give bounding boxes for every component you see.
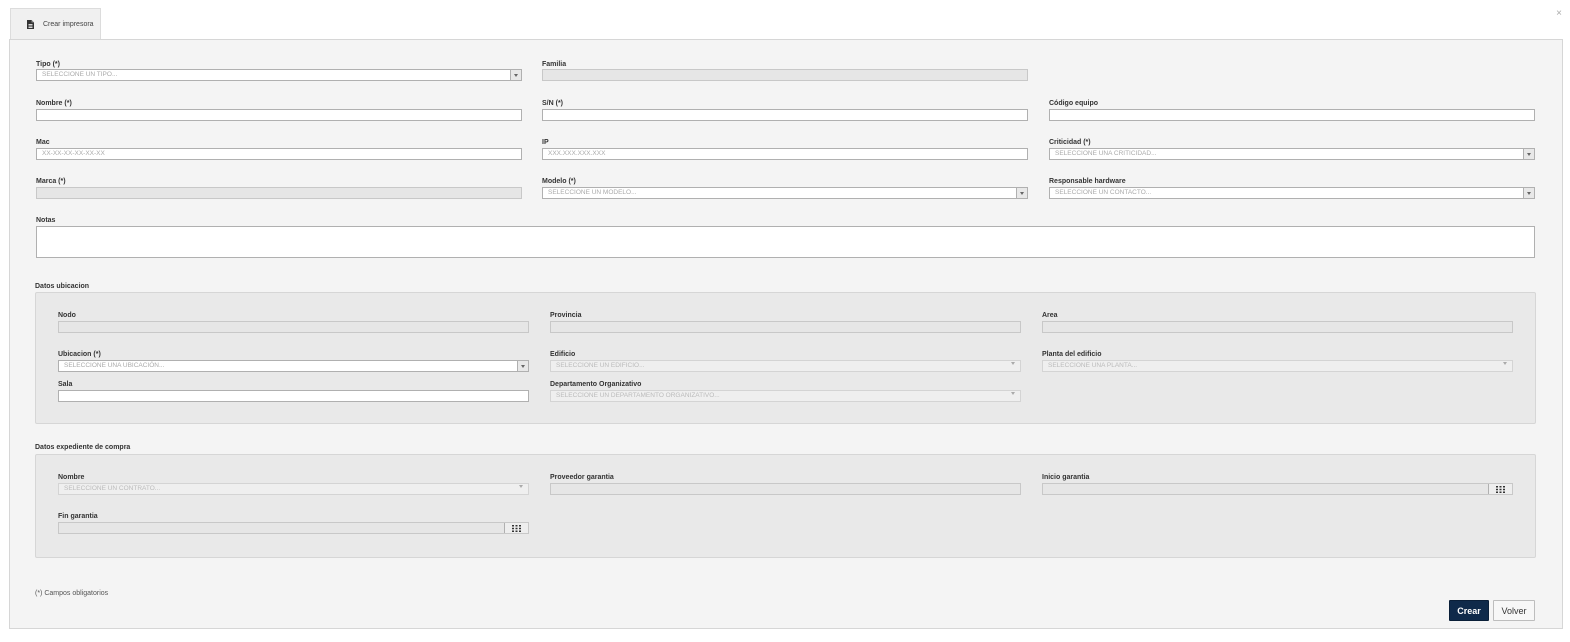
ip-label: IP — [542, 139, 549, 146]
tipo-label: Tipo (*) — [36, 61, 60, 68]
notas-label: Notas — [36, 217, 56, 224]
sala-input[interactable] — [58, 390, 529, 402]
tab-title: Crear impresora — [43, 21, 94, 28]
chevron-down-icon[interactable] — [1016, 188, 1027, 198]
edificio-placeholder: SELECCIONE UN EDIFICIO... — [556, 362, 645, 369]
inicio-garantia-input[interactable] — [1042, 483, 1513, 495]
chevron-down-icon[interactable] — [1523, 188, 1534, 198]
chevron-down-icon[interactable] — [1523, 149, 1534, 159]
back-button[interactable]: Volver — [1493, 600, 1535, 621]
edificio-select[interactable]: SELECCIONE UN EDIFICIO... — [550, 360, 1021, 372]
sn-label: S/N (*) — [542, 100, 563, 107]
chevron-down-icon[interactable] — [517, 361, 528, 371]
ip-placeholder: XXX.XXX.XXX.XXX — [548, 150, 606, 157]
chevron-down-icon — [519, 485, 523, 494]
marca-label: Marca (*) — [36, 178, 66, 185]
create-button[interactable]: Crear — [1449, 600, 1489, 621]
provincia-field — [550, 321, 1021, 333]
notas-textarea[interactable] — [36, 226, 1535, 258]
ubicacion-placeholder: SELECCIONE UNA UBICACIÓN... — [64, 362, 165, 369]
close-icon[interactable]: × — [1556, 9, 1562, 19]
marca-field — [36, 187, 522, 199]
ubicacion-label: Ubicacion (*) — [58, 351, 101, 358]
area-label: Area — [1042, 312, 1058, 319]
fin-garantia-label: Fin garantia — [58, 513, 98, 520]
compra-box — [35, 454, 1536, 558]
chevron-down-icon — [1011, 362, 1015, 371]
document-icon — [27, 20, 34, 29]
criticidad-label: Criticidad (*) — [1049, 139, 1091, 146]
departamento-label: Departamento Organizativo — [550, 381, 642, 388]
familia-label: Familia — [542, 61, 567, 68]
planta-label: Planta del edificio — [1042, 351, 1102, 358]
contrato-select[interactable]: SELECCIONE UN CONTRATO... — [58, 483, 529, 495]
sala-label: Sala — [58, 381, 73, 388]
area-field — [1042, 321, 1513, 333]
ubicacion-section-title: Datos ubicacion — [35, 283, 90, 290]
provincia-label: Provincia — [550, 312, 582, 319]
ubicacion-select[interactable]: SELECCIONE UNA UBICACIÓN... — [58, 360, 529, 372]
modelo-select[interactable]: SELECCIONE UN MODELO... — [542, 187, 1028, 199]
compra-section-title: Datos expediente de compra — [35, 444, 131, 451]
chevron-down-icon — [1503, 362, 1507, 371]
responsable-placeholder: SELECCIONE UN CONTACTO... — [1055, 189, 1152, 196]
proveedor-garantia-field — [550, 483, 1021, 495]
chevron-down-icon[interactable] — [510, 70, 521, 80]
responsable-label: Responsable hardware — [1049, 178, 1126, 185]
codigo-equipo-label: Código equipo — [1049, 100, 1098, 107]
codigo-equipo-input[interactable] — [1049, 109, 1535, 121]
departamento-placeholder: SELECCIONE UN DEPARTAMENTO ORGANIZATIVO.… — [556, 392, 720, 399]
calendar-icon[interactable] — [504, 523, 528, 533]
mac-placeholder: XX-XX-XX-XX-XX-XX — [42, 150, 105, 157]
nodo-field — [58, 321, 529, 333]
edificio-label: Edificio — [550, 351, 576, 358]
modelo-placeholder: SELECCIONE UN MODELO... — [548, 189, 637, 196]
tipo-select[interactable]: SELECCIONE UN TIPO... — [36, 69, 522, 81]
tipo-placeholder: SELECCIONE UN TIPO... — [42, 71, 118, 78]
planta-placeholder: SELECCIONE UNA PLANTA... — [1048, 362, 1138, 369]
proveedor-garantia-label: Proveedor garantia — [550, 474, 614, 481]
departamento-select[interactable]: SELECCIONE UN DEPARTAMENTO ORGANIZATIVO.… — [550, 390, 1021, 402]
sn-input[interactable] — [542, 109, 1028, 121]
inicio-garantia-label: Inicio garantia — [1042, 474, 1090, 481]
responsable-select[interactable]: SELECCIONE UN CONTACTO... — [1049, 187, 1535, 199]
criticidad-select[interactable]: SELECCIONE UNA CRITICIDAD... — [1049, 148, 1535, 160]
familia-field — [542, 69, 1028, 81]
contrato-nombre-label: Nombre — [58, 474, 85, 481]
nombre-label: Nombre (*) — [36, 100, 72, 107]
contrato-placeholder: SELECCIONE UN CONTRATO... — [64, 485, 161, 492]
fin-garantia-input[interactable] — [58, 522, 529, 534]
tab-crear-impresora[interactable]: Crear impresora — [10, 8, 101, 40]
criticidad-placeholder: SELECCIONE UNA CRITICIDAD... — [1055, 150, 1157, 157]
chevron-down-icon — [1011, 392, 1015, 401]
required-fields-note: (*) Campos obligatorios — [35, 590, 109, 597]
modelo-label: Modelo (*) — [542, 178, 576, 185]
ip-input[interactable]: XXX.XXX.XXX.XXX — [542, 148, 1028, 160]
nodo-label: Nodo — [58, 312, 76, 319]
nombre-input[interactable] — [36, 109, 522, 121]
ubicacion-box — [35, 292, 1536, 424]
mac-input[interactable]: XX-XX-XX-XX-XX-XX — [36, 148, 522, 160]
planta-select[interactable]: SELECCIONE UNA PLANTA... — [1042, 360, 1513, 372]
mac-label: Mac — [36, 139, 50, 146]
calendar-icon[interactable] — [1488, 484, 1512, 494]
